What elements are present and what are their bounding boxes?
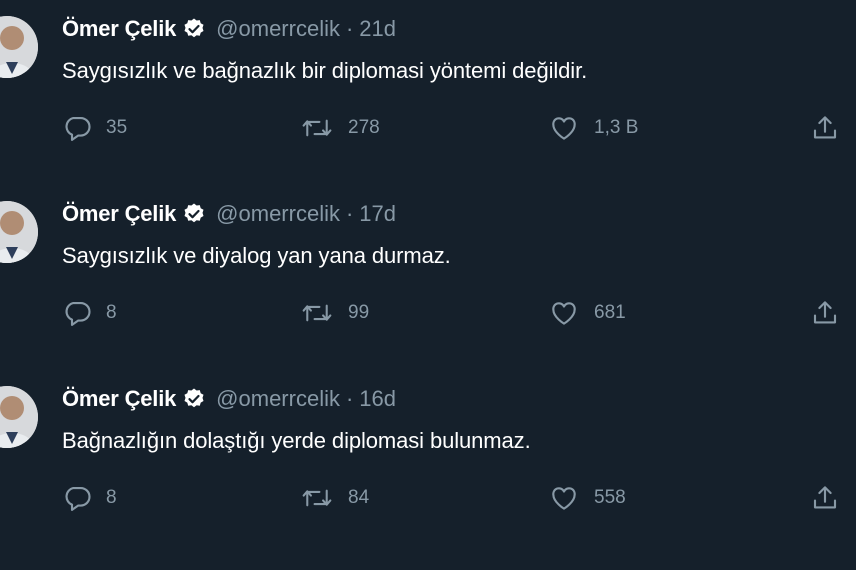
author-name[interactable]: Ömer Çelik	[62, 386, 176, 412]
reply-icon	[62, 298, 92, 328]
tweet-timestamp[interactable]: 17d	[359, 201, 396, 227]
tweet-actions: 8 99 681	[0, 295, 856, 331]
reply-icon	[62, 483, 92, 513]
heart-icon	[548, 113, 580, 143]
verified-badge-icon	[182, 387, 206, 411]
verified-badge-icon	[182, 17, 206, 41]
tweet[interactable]: Ömer Çelik @omerrcelik · 21d Saygısızlık…	[0, 14, 856, 200]
share-icon	[810, 113, 840, 143]
like-count: 1,3 B	[594, 117, 639, 138]
retweet-count: 278	[348, 117, 380, 138]
avatar[interactable]	[0, 386, 38, 448]
like-button[interactable]: 681	[548, 295, 626, 331]
tweet-timestamp[interactable]: 21d	[359, 16, 396, 42]
author-handle[interactable]: @omerrcelik	[216, 386, 340, 412]
author-name[interactable]: Ömer Çelik	[62, 16, 176, 42]
tweet-actions: 35 278 1,3 B	[0, 110, 856, 146]
retweet-count: 84	[348, 487, 370, 508]
share-button[interactable]	[810, 110, 840, 146]
tweet-text: Saygısızlık ve diyalog yan yana durmaz.	[62, 243, 451, 268]
avatar[interactable]	[0, 201, 38, 263]
tweet-text: Bağnazlığın dolaştığı yerde diplomasi bu…	[62, 428, 531, 453]
reply-icon	[62, 113, 92, 143]
verified-badge-icon	[182, 202, 206, 226]
tweet-text: Saygısızlık ve bağnazlık bir diplomasi y…	[62, 58, 588, 83]
retweet-icon	[300, 298, 334, 328]
tweet-header: Ömer Çelik @omerrcelik · 21d	[62, 14, 396, 44]
retweet-button[interactable]: 278	[300, 110, 380, 146]
share-icon	[810, 298, 840, 328]
retweet-icon	[300, 113, 334, 143]
like-count: 681	[594, 302, 626, 323]
separator-dot: ·	[345, 201, 354, 226]
reply-count: 8	[106, 302, 117, 323]
tweet[interactable]: Ömer Çelik @omerrcelik · 17d Saygısızlık…	[0, 199, 856, 385]
reply-count: 8	[106, 487, 117, 508]
separator-dot: ·	[345, 16, 354, 41]
retweet-icon	[300, 483, 334, 513]
author-handle[interactable]: @omerrcelik	[216, 201, 340, 227]
retweet-count: 99	[348, 302, 370, 323]
heart-icon	[548, 483, 580, 513]
like-count: 558	[594, 487, 626, 508]
reply-count: 35	[106, 117, 128, 138]
author-handle[interactable]: @omerrcelik	[216, 16, 340, 42]
tweet[interactable]: Ömer Çelik @omerrcelik · 16d Bağnazlığın…	[0, 384, 856, 570]
tweet-header: Ömer Çelik @omerrcelik · 16d	[62, 384, 396, 414]
heart-icon	[548, 298, 580, 328]
author-name[interactable]: Ömer Çelik	[62, 201, 176, 227]
tweet-timestamp[interactable]: 16d	[359, 386, 396, 412]
reply-button[interactable]: 35	[62, 110, 127, 146]
share-icon	[810, 483, 840, 513]
retweet-button[interactable]: 99	[300, 295, 369, 331]
reply-button[interactable]: 8	[62, 295, 117, 331]
tweet-header: Ömer Çelik @omerrcelik · 17d	[62, 199, 396, 229]
avatar[interactable]	[0, 16, 38, 78]
like-button[interactable]: 1,3 B	[548, 110, 638, 146]
separator-dot: ·	[345, 386, 354, 411]
share-button[interactable]	[810, 295, 840, 331]
